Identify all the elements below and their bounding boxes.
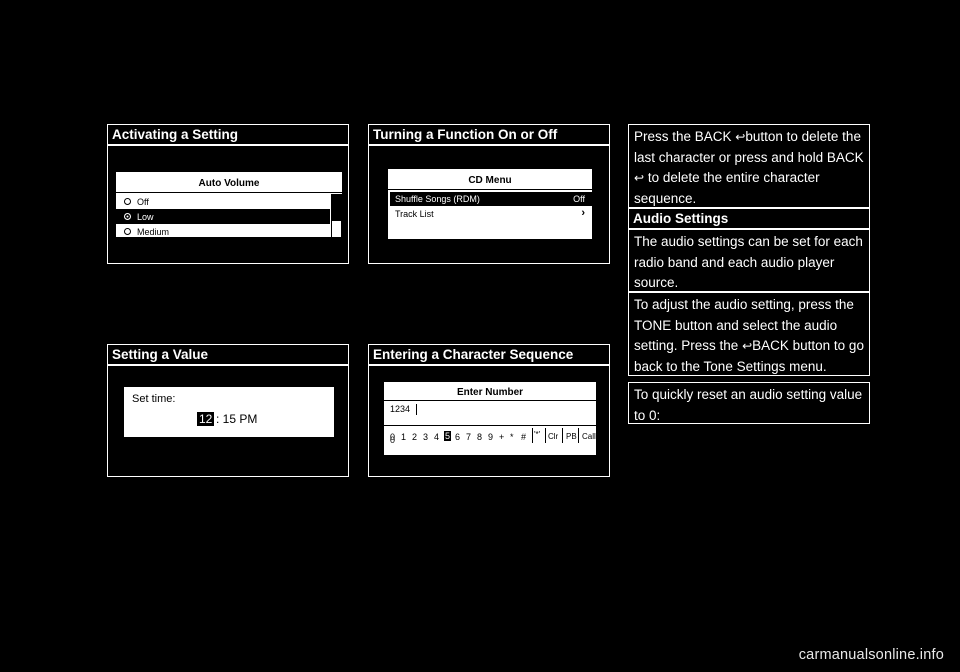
time-hour-value[interactable]: 12 [197,412,215,426]
radio-screen-enter-number: Enter Number 1234 0 0 1 2 3 4 5 6 7 8 9 [383,381,597,456]
paragraph-audio-reset: To quickly reset an audio setting value … [628,382,870,424]
keypad-divider-2 [545,428,546,443]
footer-watermark: carmanualsonline.info [798,647,944,663]
section-heading-activating-a-setting: Activating a Setting [107,124,349,145]
list-item-label: Off [137,197,149,207]
paragraph-audio-adjust: To adjust the audio setting, press the T… [628,292,870,376]
figure-entering-a-character-sequence: Enter Number 1234 0 0 1 2 3 4 5 6 7 8 9 [368,365,610,477]
chevron-right-icon: › [581,207,585,219]
keypad-key-5-highlighted[interactable]: 5 [444,431,452,441]
figure-turning-a-function: CD Menu Shuffle Songs (RDM) Off Track Li… [368,145,610,264]
set-time-label: Set time: [132,393,176,405]
number-entry-value[interactable]: 1234 [390,404,410,414]
paragraph-text: To adjust the audio setting, press the T… [634,297,864,374]
keypad-divider-1 [532,428,533,443]
section-heading-setting-a-value: Setting a Value [107,344,349,365]
paragraph-text: Press the BACK ↩button to delete the las… [634,129,864,206]
back-arrow-icon: ↩ [634,171,645,185]
keypad-divider [384,425,596,426]
time-minutes-meridiem: : 15 PM [216,412,258,426]
keypad-key-4[interactable]: 4 [434,432,439,442]
text-cursor [416,404,417,415]
paragraph-backspace-instruction: Press the BACK ↩button to delete the las… [628,124,870,208]
back-arrow-icon: ↩ [735,130,746,144]
list-item-medium[interactable]: Medium [116,224,330,239]
section-heading-turning-a-function-on-or-off: Turning a Function On or Off [368,124,610,145]
title-divider [388,189,592,190]
list-item-track-list[interactable]: Track List › [390,207,592,221]
list-item-label: Track List [395,209,434,219]
section-heading-audio-settings: Audio Settings [628,208,870,229]
radio-dot-icon-medium [124,228,131,235]
section-heading-entering-a-character-sequence: Entering a Character Sequence [368,344,610,365]
keypad-key-3[interactable]: 3 [423,432,428,442]
keypad-divider-4 [578,428,579,443]
back-arrow-icon: ↩ [742,339,753,353]
figure-activating-a-setting: Auto Volume Off Low Medium [107,145,349,264]
radio-screen-cd-menu: CD Menu Shuffle Songs (RDM) Off Track Li… [387,168,593,240]
keypad-divider-3 [562,428,563,443]
manual-page: Activating a Setting Auto Volume Off Low [0,0,960,672]
keypad-key-8[interactable]: 8 [477,432,482,442]
list-item-value: Off [573,194,585,204]
keypad-key-asterisk[interactable]: * [510,432,514,442]
list-item-low-selected[interactable]: Low [116,209,330,224]
list-item-label: Shuffle Songs (RDM) [395,194,480,204]
keypad-key-1[interactable]: 1 [401,432,406,442]
screen-title-enter-number: Enter Number [456,387,524,398]
list-item-shuffle-songs[interactable]: Shuffle Songs (RDM) Off [390,192,592,206]
list-item-label: Low [137,212,154,222]
screen-title-auto-volume: Auto Volume [198,178,260,189]
keypad-key-2[interactable]: 2 [412,432,417,442]
keypad-key-6[interactable]: 6 [455,432,460,442]
keypad-key-plus[interactable]: + [499,432,504,442]
radio-dot-icon-low [124,213,131,220]
scrollbar-vertical[interactable] [331,194,342,238]
keypad-key-0[interactable]: 0 [390,432,395,442]
paragraph-text: The audio settings can be set for each r… [634,234,863,290]
paragraph-audio-intro: The audio settings can be set for each r… [628,229,870,292]
keypad-key-call[interactable]: Call [582,432,596,441]
figure-setting-a-value: Set time: 12 : 15 PM [107,365,349,477]
keypad-key-9[interactable]: 9 [488,432,493,442]
scrollbar-thumb[interactable] [332,195,341,221]
radio-screen-auto-volume: Auto Volume Off Low Medium [115,171,343,238]
keypad-key-clr[interactable]: Clr [548,432,558,441]
keypad-key-quote-left[interactable]: '*' [534,430,540,439]
radio-dot-icon-off [124,198,131,205]
title-divider [384,400,596,401]
keypad-key-pb[interactable]: PB [566,432,577,441]
screen-title-cd-menu: CD Menu [468,175,512,186]
list-item-label: Medium [137,227,170,237]
keypad-key-7[interactable]: 7 [466,432,471,442]
radio-screen-set-time: Set time: 12 : 15 PM [123,386,335,438]
paragraph-text: To quickly reset an audio setting value … [634,387,863,423]
list-item-off[interactable]: Off [116,194,330,209]
title-divider [116,192,342,193]
keypad-key-hash[interactable]: # [521,432,526,442]
